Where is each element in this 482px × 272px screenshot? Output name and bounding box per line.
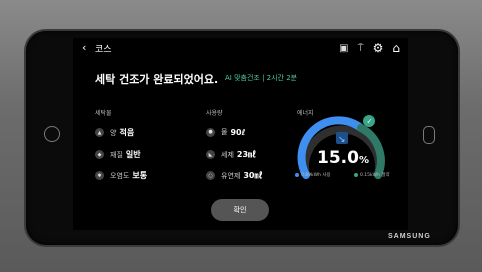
page-title: 코스	[95, 45, 112, 55]
water-icon: ●	[206, 127, 215, 137]
usage-row-softener: ○ 유연제 30㎖	[206, 170, 262, 181]
status-note: AI 맞춤건조 | 2시간 2분	[225, 74, 298, 82]
svg-text:↘: ↘	[338, 135, 346, 145]
used-dot-icon	[295, 173, 299, 177]
usage-title: 사용량	[206, 110, 223, 117]
remote-icon[interactable]: ▣	[339, 43, 348, 54]
header-icons: ▣ ⍑ ⚙ ⌂	[339, 41, 400, 55]
wash-row-fabric: ◆ 재질 일반	[95, 149, 141, 160]
legend-saved: 0.15kWh 절약	[354, 172, 390, 178]
confirm-button[interactable]: 확인	[211, 199, 269, 221]
load-icon: ▲	[95, 128, 104, 137]
header: ‹ 코스 ▣ ⍑ ⚙ ⌂	[73, 38, 408, 58]
soil-icon: ✱	[95, 171, 104, 180]
brand-logo: SAMSUNG	[388, 233, 431, 240]
legend-used: 0.89kWh 사용	[295, 172, 331, 178]
power-button[interactable]	[44, 126, 60, 142]
chevron-left-icon[interactable]: ‹	[82, 41, 86, 54]
fabric-icon: ◆	[95, 150, 104, 159]
wash-title: 세탁물	[95, 110, 112, 117]
saved-dot-icon	[354, 173, 358, 177]
home-icon[interactable]: ⌂	[392, 41, 400, 55]
energy-value: 15.0%	[317, 148, 369, 168]
detergent-icon: ◣	[206, 150, 215, 159]
softener-icon: ○	[206, 171, 215, 180]
usage-row-water: ● 물 90ℓ	[206, 127, 245, 137]
lock-icon[interactable]: ⍑	[358, 43, 364, 54]
wash-row-soil: ✱ 오염도 보통	[95, 170, 147, 181]
status-message: 세탁 건조가 완료되었어요.	[95, 73, 219, 86]
display-screen: ‹ 코스 ▣ ⍑ ⚙ ⌂ 세탁 건조가 완료되었어요. AI 맞춤건조 | 2시…	[73, 38, 408, 230]
door-lock-button[interactable]	[423, 126, 435, 144]
usage-row-detergent: ◣ 세제 23㎖	[206, 149, 256, 160]
svg-text:✓: ✓	[367, 118, 373, 126]
gear-icon[interactable]: ⚙	[373, 41, 384, 55]
wash-row-load: ▲ 양 적음	[95, 127, 134, 138]
